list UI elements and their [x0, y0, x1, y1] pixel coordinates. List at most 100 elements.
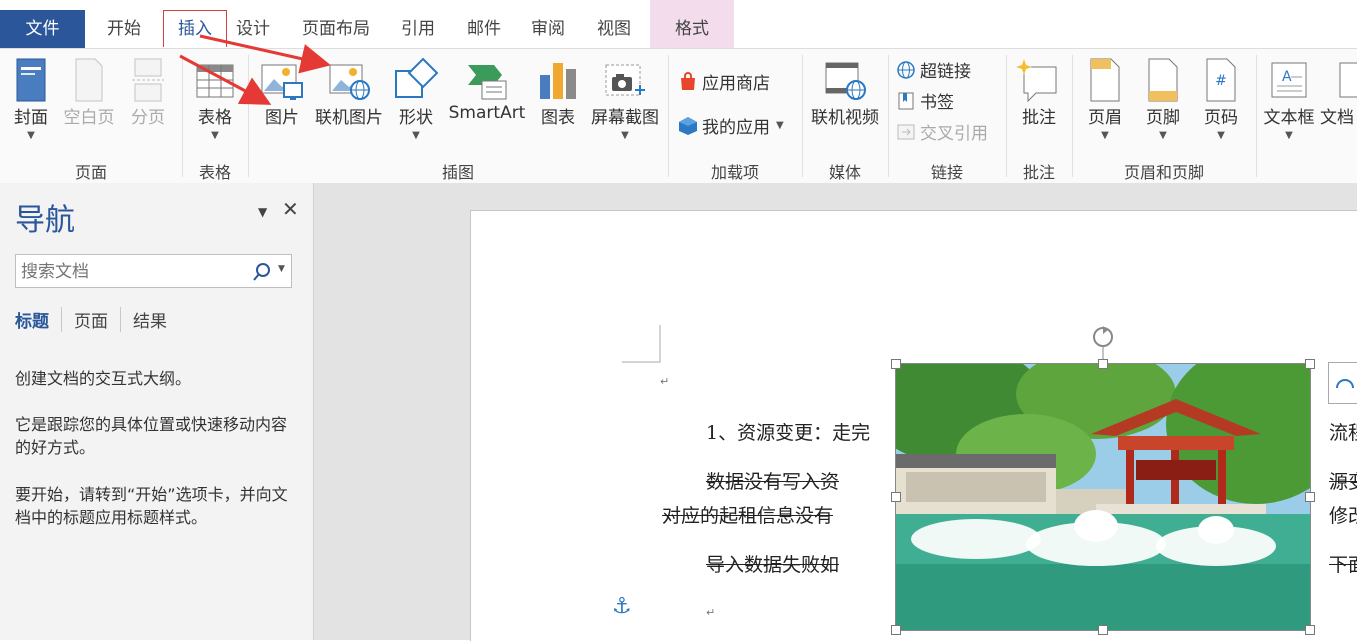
cover-page-icon	[16, 58, 46, 102]
page-break-button[interactable]: 分页	[124, 57, 172, 128]
header-icon	[1090, 58, 1120, 102]
office-store-button[interactable]: 应用商店	[678, 69, 770, 94]
doc-right-text-4[interactable]: 下面	[1329, 550, 1357, 577]
search-box[interactable]: ▼	[15, 254, 292, 288]
resize-handle[interactable]	[1098, 625, 1108, 635]
chart-icon	[540, 63, 576, 99]
hyperlink-label: 超链接	[920, 62, 971, 82]
online-video-button[interactable]: 联机视频	[806, 57, 884, 128]
doc-paragraph-4[interactable]: 导入数据失败如	[706, 550, 839, 577]
my-apps-cube-icon	[679, 116, 697, 135]
table-button[interactable]: 表格 ▼	[190, 57, 240, 141]
resize-handle[interactable]	[1305, 359, 1315, 369]
my-apps-button[interactable]: 我的应用 ▼	[678, 113, 784, 138]
media-group-label: 媒体	[828, 163, 861, 182]
comment-label: 批注	[1022, 108, 1056, 128]
comment-button[interactable]: 批注	[1012, 57, 1066, 128]
doc-paragraph-3[interactable]: 对应的起租信息没有	[662, 501, 833, 528]
cover-page-label: 封面	[14, 108, 48, 128]
pane-options-icon[interactable]: ▼	[258, 205, 267, 219]
tab-picture-format[interactable]: 格式	[650, 10, 734, 48]
resize-handle[interactable]	[891, 359, 901, 369]
cross-reference-button[interactable]: 交叉引用	[896, 119, 988, 144]
picture-label: 图片	[265, 108, 299, 128]
resize-handle[interactable]	[891, 625, 901, 635]
tab-design[interactable]: 设计	[228, 10, 278, 48]
anchor-icon[interactable]: ⚓	[612, 594, 632, 619]
close-icon[interactable]: ✕	[282, 197, 299, 221]
tab-page-layout[interactable]: 页面布局	[292, 10, 380, 48]
context-tab-band	[650, 0, 734, 10]
hyperlink-button[interactable]: 超链接	[896, 57, 971, 82]
page-break-label: 分页	[131, 108, 165, 128]
table-label: 表格	[198, 108, 232, 128]
resize-handle[interactable]	[891, 492, 901, 502]
resize-handle[interactable]	[1098, 359, 1108, 369]
online-video-icon	[825, 62, 866, 100]
header-footer-group-label: 页眉和页脚	[1123, 163, 1204, 182]
nav-help-line3: 要开始，请转到“开始”选项卡，并向文档中的标题应用标题样式。	[15, 485, 288, 527]
cover-page-button[interactable]: 封面 ▼	[8, 57, 54, 141]
online-picture-button[interactable]: 联机图片	[310, 57, 388, 128]
search-input[interactable]	[19, 259, 248, 285]
chevron-down-icon: ▼	[1285, 130, 1293, 141]
title-bar	[0, 0, 1357, 10]
screenshot-button[interactable]: 屏幕截图 ▼	[586, 57, 664, 141]
resize-handle[interactable]	[1305, 625, 1315, 635]
tab-pages[interactable]: 页面	[61, 307, 120, 332]
chart-button[interactable]: 图表	[534, 57, 582, 128]
shapes-button[interactable]: 形状 ▼	[392, 57, 440, 141]
search-icon[interactable]	[252, 262, 272, 282]
nav-help-line2: 它是跟踪您的具体位置或快速移动内容的好方式。	[15, 415, 288, 457]
tab-insert[interactable]: 插入	[163, 10, 227, 47]
footer-button[interactable]: 页脚 ▼	[1140, 57, 1186, 141]
online-picture-label: 联机图片	[315, 108, 383, 128]
tab-file[interactable]: 文件	[0, 10, 85, 48]
bookmark-button[interactable]: 书签	[896, 88, 954, 113]
page-number-label: 页码	[1204, 108, 1238, 128]
svg-text:A: A	[1282, 69, 1292, 85]
bookmark-icon	[898, 92, 914, 109]
resize-handle[interactable]	[1305, 492, 1315, 502]
doc-right-text-2[interactable]: 源变	[1329, 467, 1357, 494]
layout-options-button[interactable]	[1328, 362, 1357, 404]
blank-page-button[interactable]: 空白页	[60, 57, 118, 128]
tab-results[interactable]: 结果	[120, 307, 179, 332]
chevron-down-icon: ▼	[621, 130, 629, 141]
picture-icon	[261, 64, 303, 100]
nav-tabs: 标题 页面 结果	[15, 307, 179, 332]
header-button[interactable]: 页眉 ▼	[1082, 57, 1128, 141]
hyperlink-icon	[897, 60, 915, 79]
chevron-down-icon: ▼	[776, 120, 784, 131]
tab-headings[interactable]: 标题	[15, 307, 61, 332]
inserted-picture[interactable]	[895, 363, 1311, 631]
tab-references[interactable]: 引用	[392, 10, 444, 48]
layout-options-icon	[1336, 379, 1354, 389]
illustrations-group-label: 插图	[441, 163, 474, 182]
paragraph-mark: ↵	[660, 375, 670, 388]
blank-page-icon	[75, 58, 103, 102]
chevron-down-icon: ▼	[1217, 130, 1225, 141]
chevron-down-icon: ▼	[27, 130, 35, 141]
doc-right-text-3[interactable]: 修改	[1329, 501, 1357, 528]
smartart-button[interactable]: SmartArt	[446, 57, 528, 123]
tab-view[interactable]: 视图	[588, 10, 640, 48]
rotate-handle-icon[interactable]	[1089, 324, 1117, 360]
tab-review[interactable]: 审阅	[522, 10, 574, 48]
header-label: 页眉	[1088, 108, 1122, 128]
document-parts-button[interactable]: 文档	[1320, 57, 1357, 128]
textbox-label: 文本框	[1263, 108, 1315, 128]
picture-button[interactable]: 图片	[258, 57, 306, 128]
doc-paragraph-1[interactable]: 1、资源变更：走完	[706, 418, 870, 445]
doc-right-text-1[interactable]: 流程	[1329, 418, 1357, 445]
tab-mailings[interactable]: 邮件	[458, 10, 510, 48]
tables-group-label: 表格	[198, 163, 231, 182]
page-number-button[interactable]: # 页码 ▼	[1198, 57, 1244, 141]
textbox-button[interactable]: A 文本框 ▼	[1260, 57, 1318, 141]
tab-home[interactable]: 开始	[98, 10, 150, 48]
footer-icon	[1148, 58, 1178, 102]
chevron-down-icon[interactable]: ▼	[278, 264, 285, 274]
paragraph-mark: ↵	[706, 606, 716, 619]
doc-paragraph-2[interactable]: 数据没有写入资	[706, 467, 839, 494]
cross-reference-icon	[897, 124, 915, 139]
